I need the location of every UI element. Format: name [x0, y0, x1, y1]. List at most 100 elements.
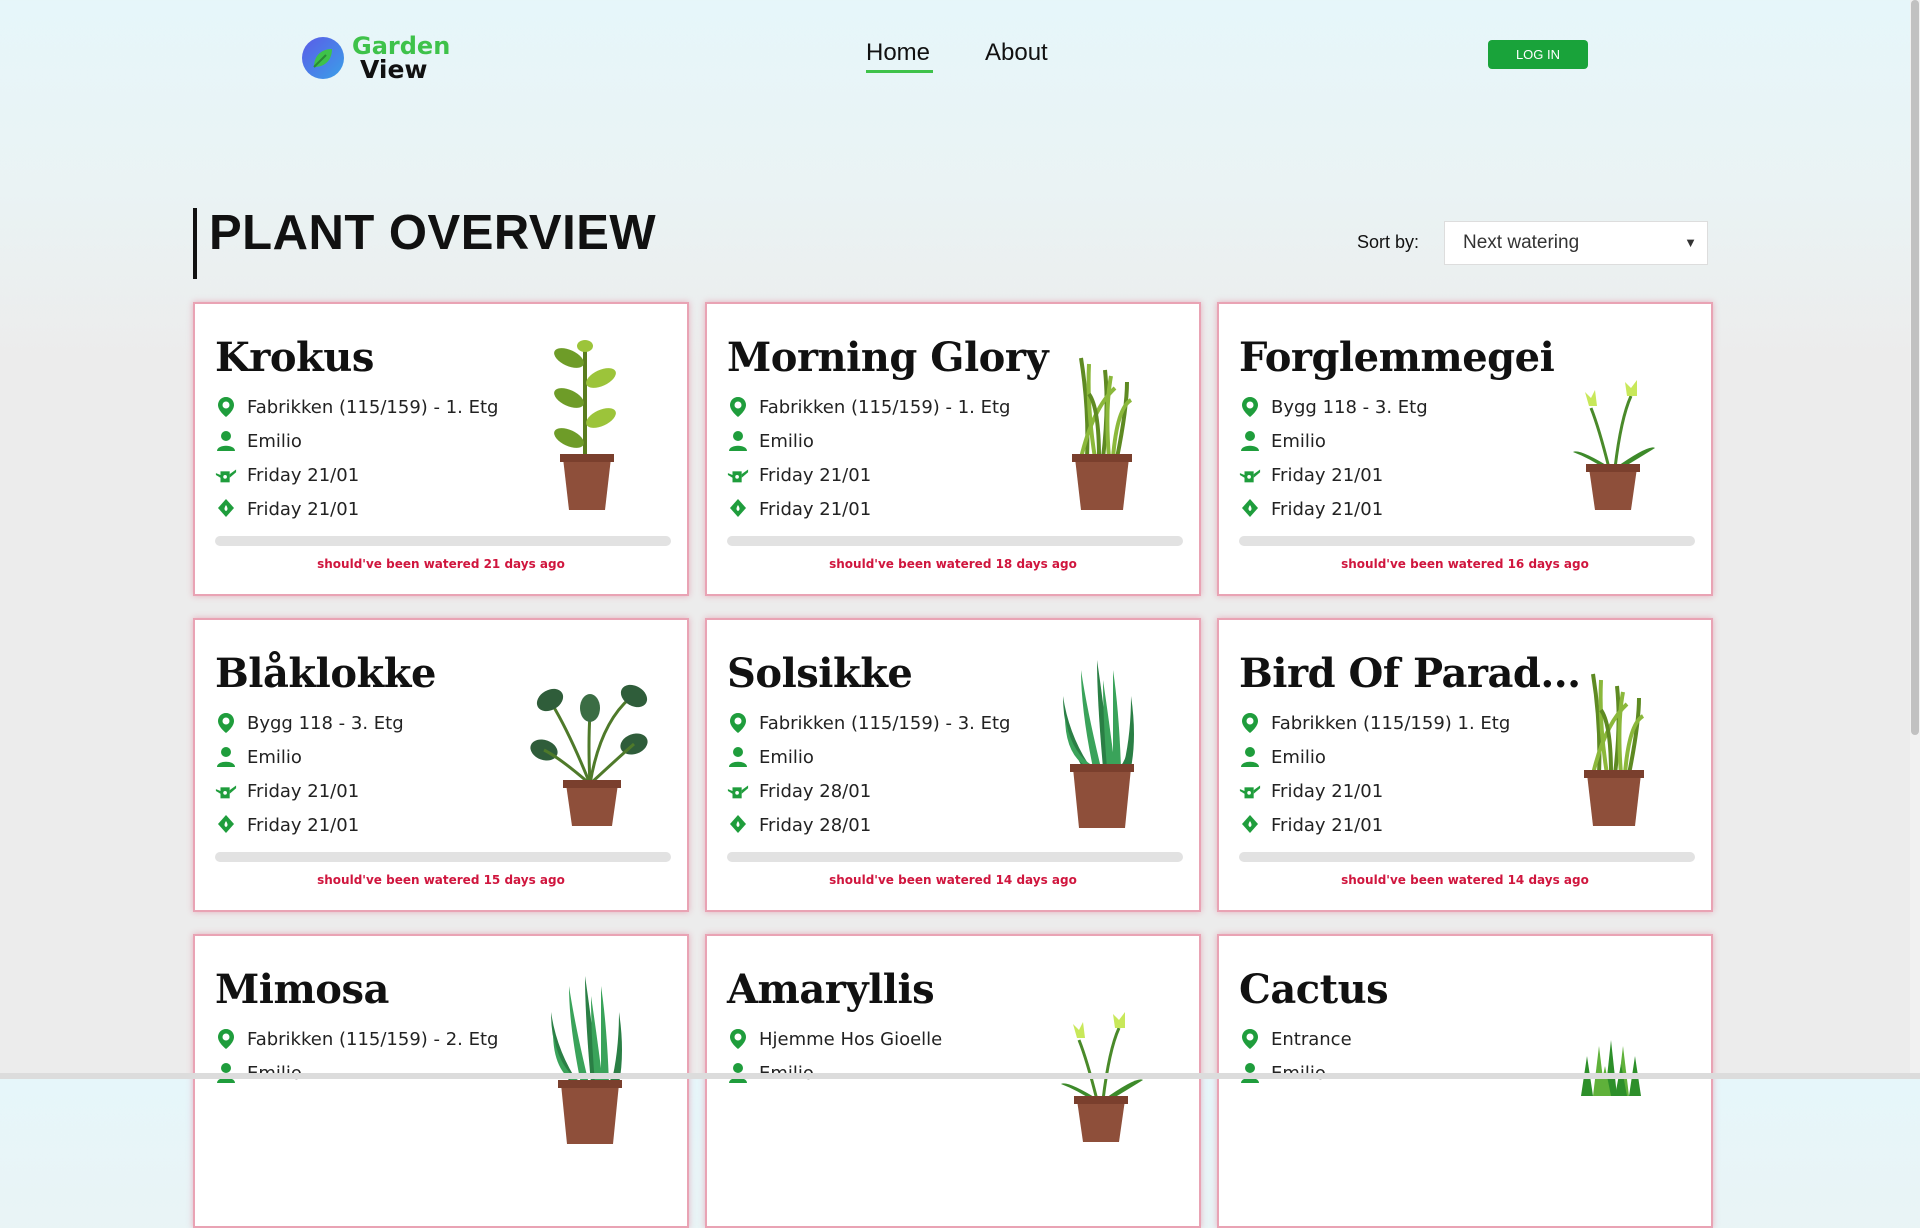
- scrollbar-thumb[interactable]: [1911, 0, 1919, 735]
- location-text: Bygg 118 - 3. Etg: [247, 712, 404, 734]
- watering-progress-bar: [215, 852, 671, 862]
- last-watered-text: Friday 21/01: [759, 464, 872, 486]
- plant-card[interactable]: Morning Glory Fabrikken (115/159) - 1. E…: [705, 302, 1201, 596]
- location-text: Fabrikken (115/159) 1. Etg: [1271, 712, 1511, 734]
- person-text: Emilio: [247, 430, 302, 452]
- watering-status: should've been watered 14 days ago: [1341, 873, 1589, 887]
- plant-name: Bird Of Parad...: [1239, 650, 1581, 697]
- person-text: Emilio: [247, 746, 302, 768]
- logo[interactable]: Garden View: [302, 34, 450, 82]
- plant-card[interactable]: Forglemmegei Bygg 118 - 3. Etg Emilio Fr…: [1217, 302, 1713, 596]
- plant-name: Morning Glory: [727, 334, 1049, 381]
- location-text: Fabrikken (115/159) - 3. Etg: [759, 712, 1011, 734]
- location-text: Fabrikken (115/159) - 2. Etg: [247, 1028, 499, 1050]
- plant-name: Blåklokke: [215, 650, 436, 697]
- login-button[interactable]: LOG IN: [1488, 40, 1588, 69]
- water-drop-icon: [1239, 814, 1261, 836]
- plant-card[interactable]: Solsikke Fabrikken (115/159) - 3. Etg Em…: [705, 618, 1201, 912]
- location-pin-icon: [1239, 1028, 1261, 1050]
- watering-progress-bar: [1239, 536, 1695, 546]
- person-icon: [727, 430, 749, 452]
- person-text: Emilio: [1271, 746, 1326, 768]
- person-icon: [1239, 746, 1261, 768]
- location-row: Bygg 118 - 3. Etg: [1239, 396, 1428, 418]
- last-watered-text: Friday 21/01: [1271, 464, 1384, 486]
- location-row: Fabrikken (115/159) - 1. Etg: [215, 396, 498, 418]
- person-row: Emilio: [1239, 746, 1326, 768]
- water-drop-icon: [727, 814, 749, 836]
- location-row: Fabrikken (115/159) - 3. Etg: [727, 712, 1010, 734]
- next-watering-text: Friday 21/01: [1271, 498, 1384, 520]
- person-icon: [727, 746, 749, 768]
- last-watered-row: Friday 21/01: [727, 464, 871, 486]
- person-icon: [1239, 430, 1261, 452]
- plant-name: Solsikke: [727, 650, 913, 697]
- plant-card[interactable]: Amaryllis Hjemme Hos Gioelle Emilio: [705, 934, 1201, 1228]
- location-text: Fabrikken (115/159) - 1. Etg: [247, 396, 499, 418]
- logo-text-line2: View: [360, 55, 428, 84]
- watering-status: should've been watered 14 days ago: [829, 873, 1077, 887]
- page-title: PLANT OVERVIEW: [209, 206, 657, 260]
- location-pin-icon: [727, 1028, 749, 1050]
- next-watering-row: Friday 21/01: [215, 814, 359, 836]
- person-row: Emilio: [727, 746, 814, 768]
- vertical-scrollbar[interactable]: [1910, 0, 1920, 1079]
- location-pin-icon: [727, 396, 749, 418]
- location-row: Fabrikken (115/159) - 2. Etg: [215, 1028, 498, 1050]
- plant-name: Mimosa: [215, 966, 389, 1013]
- next-watering-text: Friday 21/01: [759, 498, 872, 520]
- watering-can-icon: [1239, 780, 1261, 802]
- watering-progress-bar: [727, 536, 1183, 546]
- last-watered-row: Friday 21/01: [215, 780, 359, 802]
- plant-name: Cactus: [1239, 966, 1389, 1013]
- location-pin-icon: [727, 712, 749, 734]
- nav-home-link[interactable]: Home: [866, 39, 930, 67]
- water-drop-icon: [1239, 498, 1261, 520]
- watering-status: should've been watered 18 days ago: [829, 557, 1077, 571]
- last-watered-text: Friday 21/01: [247, 780, 360, 802]
- sort-select[interactable]: Next watering ▼: [1444, 221, 1708, 265]
- next-watering-text: Friday 21/01: [247, 498, 360, 520]
- watering-can-icon: [727, 464, 749, 486]
- next-watering-row: Friday 21/01: [1239, 498, 1383, 520]
- person-text: Emilio: [759, 430, 814, 452]
- next-watering-text: Friday 28/01: [759, 814, 872, 836]
- title-accent-bar: [193, 208, 197, 279]
- location-pin-icon: [1239, 396, 1261, 418]
- plant-name: Krokus: [215, 334, 374, 381]
- next-watering-row: Friday 21/01: [727, 498, 871, 520]
- last-watered-row: Friday 21/01: [1239, 780, 1383, 802]
- plant-card[interactable]: Bird Of Parad... Fabrikken (115/159) 1. …: [1217, 618, 1713, 912]
- next-watering-text: Friday 21/01: [247, 814, 360, 836]
- location-pin-icon: [215, 396, 237, 418]
- location-row: Entrance: [1239, 1028, 1352, 1050]
- sort-label: Sort by:: [1357, 232, 1420, 252]
- water-drop-icon: [215, 814, 237, 836]
- watering-progress-bar: [727, 852, 1183, 862]
- location-row: Bygg 118 - 3. Etg: [215, 712, 404, 734]
- nav-about-link[interactable]: About: [985, 39, 1048, 67]
- last-watered-text: Friday 21/01: [247, 464, 360, 486]
- water-drop-icon: [727, 498, 749, 520]
- leaf-logo-icon: [302, 37, 344, 79]
- chevron-down-icon: ▼: [1684, 235, 1697, 250]
- location-row: Hjemme Hos Gioelle: [727, 1028, 942, 1050]
- plant-card[interactable]: Blåklokke Bygg 118 - 3. Etg Emilio Frida…: [193, 618, 689, 912]
- water-drop-icon: [215, 498, 237, 520]
- plant-card[interactable]: Mimosa Fabrikken (115/159) - 2. Etg Emil…: [193, 934, 689, 1228]
- horizontal-scrollbar[interactable]: [0, 1073, 1920, 1079]
- plant-card[interactable]: Krokus Fabrikken (115/159) - 1. Etg Emil…: [193, 302, 689, 596]
- next-watering-row: Friday 28/01: [727, 814, 871, 836]
- location-row: Fabrikken (115/159) 1. Etg: [1239, 712, 1510, 734]
- plant-card[interactable]: Cactus Entrance Emilio: [1217, 934, 1713, 1228]
- plant-name: Amaryllis: [727, 966, 935, 1013]
- last-watered-row: Friday 21/01: [215, 464, 359, 486]
- location-pin-icon: [215, 1028, 237, 1050]
- watering-can-icon: [215, 780, 237, 802]
- watering-status: should've been watered 15 days ago: [317, 873, 565, 887]
- watering-status: should've been watered 21 days ago: [317, 557, 565, 571]
- last-watered-text: Friday 28/01: [759, 780, 872, 802]
- location-text: Hjemme Hos Gioelle: [759, 1028, 943, 1050]
- next-watering-row: Friday 21/01: [1239, 814, 1383, 836]
- next-watering-text: Friday 21/01: [1271, 814, 1384, 836]
